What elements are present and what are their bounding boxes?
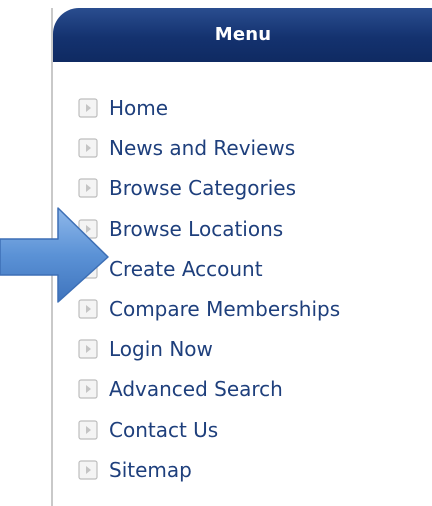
menu-item-label[interactable]: News and Reviews <box>109 136 295 160</box>
menu-item-news-and-reviews[interactable]: News and Reviews <box>78 128 340 168</box>
menu-item-label[interactable]: Advanced Search <box>109 377 283 401</box>
play-bullet-icon <box>78 339 98 359</box>
menu-item-label[interactable]: Sitemap <box>109 458 192 482</box>
menu-item-label[interactable]: Create Account <box>109 257 263 281</box>
menu-item-create-account[interactable]: Create Account <box>78 249 340 289</box>
menu-item-label[interactable]: Browse Categories <box>109 176 296 200</box>
menu-item-label[interactable]: Home <box>109 96 168 120</box>
play-bullet-icon <box>78 379 98 400</box>
menu-item-login-now[interactable]: Login Now <box>78 329 340 369</box>
menu-item-sitemap[interactable]: Sitemap <box>78 450 340 490</box>
menu-item-label[interactable]: Compare Memberships <box>109 297 340 321</box>
play-bullet-icon <box>78 178 98 199</box>
menu-item-browse-locations[interactable]: Browse Locations <box>78 209 340 249</box>
play-bullet-icon <box>78 460 98 480</box>
menu-item-compare-memberships[interactable]: Compare Memberships <box>78 289 340 329</box>
menu-item-label[interactable]: Browse Locations <box>109 217 283 241</box>
menu-item-label[interactable]: Contact Us <box>109 418 218 442</box>
play-bullet-icon <box>78 419 98 440</box>
menu-item-browse-categories[interactable]: Browse Categories <box>78 168 340 208</box>
menu-item-home[interactable]: Home <box>78 88 340 128</box>
play-bullet-icon <box>78 138 98 158</box>
play-bullet-icon <box>78 98 98 118</box>
menu-item-label[interactable]: Login Now <box>109 337 213 361</box>
menu-title: Menu <box>214 24 272 45</box>
menu-item-contact-us[interactable]: Contact Us <box>78 410 340 450</box>
arrow-right-icon <box>0 207 109 303</box>
menu-item-advanced-search[interactable]: Advanced Search <box>78 369 340 409</box>
menu-list: Home News and Reviews Browse Categories … <box>78 88 340 490</box>
menu-header: Menu <box>53 8 432 62</box>
